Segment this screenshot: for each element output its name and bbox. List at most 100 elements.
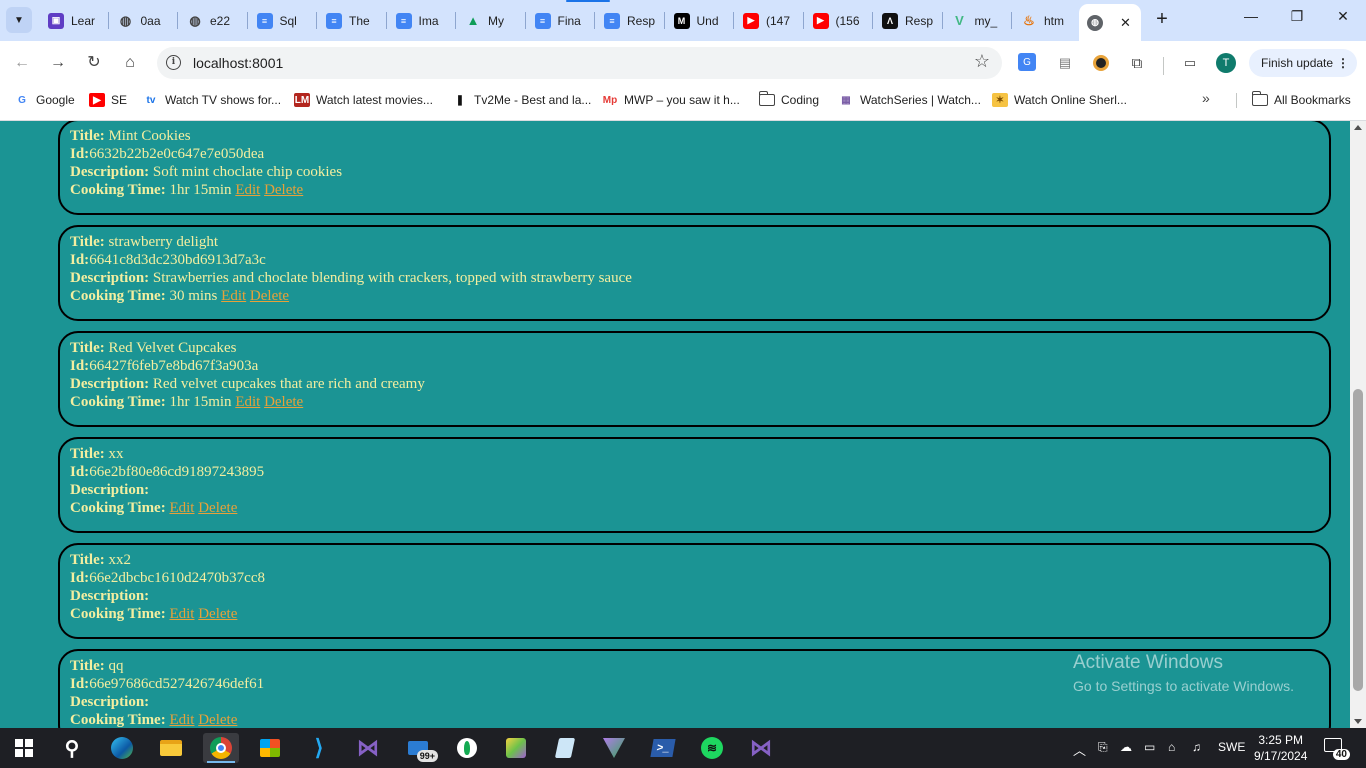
tray-overflow-chevron-icon[interactable]: ︿ (1073, 740, 1086, 759)
edit-link[interactable]: Edit (169, 500, 194, 516)
postman-icon[interactable] (596, 733, 632, 763)
edit-link[interactable]: Edit (221, 288, 246, 304)
taskbar-clock[interactable]: 3:25 PM 9/17/2024 (1254, 732, 1307, 764)
onedrive-cloud-icon[interactable]: ☁ (1120, 740, 1132, 754)
tab-8[interactable]: ≡ Resp (596, 6, 662, 35)
tab-3[interactable]: ≡ Sql (249, 6, 315, 35)
address-bar[interactable]: i localhost:8001 ☆ (157, 47, 1002, 79)
close-tab-icon[interactable]: ✕ (1120, 15, 1131, 31)
reload-icon[interactable]: ↻ (82, 51, 106, 75)
mail-icon[interactable]: 99+ (400, 733, 438, 763)
delete-link[interactable]: Delete (264, 394, 303, 410)
spotify-icon[interactable]: ≋ (694, 733, 730, 763)
tab-search-chevron-icon[interactable]: ▼ (6, 7, 32, 33)
bookmark-0[interactable]: G Google (14, 91, 75, 109)
tab-7[interactable]: ≡ Fina (527, 6, 593, 35)
all-bookmarks-button[interactable]: All Bookmarks (1251, 91, 1351, 109)
tab-active[interactable]: ◍ ✕ (1079, 4, 1141, 41)
more-menu-icon[interactable]: ⋮ (1337, 49, 1349, 77)
edit-link[interactable]: Edit (169, 606, 194, 622)
folder-icon (758, 91, 775, 106)
tab-14[interactable]: ♨ htm (1013, 6, 1079, 35)
page-scrollbar[interactable] (1350, 121, 1366, 728)
scrollbar-thumb[interactable] (1353, 389, 1363, 691)
tab-13[interactable]: Vmy_ (944, 6, 1010, 35)
bookmark-8[interactable]: ✶ Watch Online Sherl... (992, 91, 1127, 109)
home-icon[interactable]: ⌂ (118, 51, 142, 75)
scroll-down-arrow-icon[interactable] (1354, 719, 1362, 724)
bookmark-7[interactable]: ▦ WatchSeries | Watch... (838, 91, 981, 109)
mongodb-compass-icon[interactable] (449, 733, 485, 763)
bookmark-6[interactable]: Coding (758, 91, 819, 109)
bookmark-3[interactable]: LM Watch latest movies... (294, 91, 433, 109)
tab-separator (941, 12, 943, 29)
cast-icon[interactable]: ▭ (1180, 53, 1200, 73)
back-arrow-icon[interactable]: ← (10, 51, 34, 75)
toolbar-divider (1163, 57, 1164, 75)
tab-1[interactable]: ◍ 0aa (110, 6, 176, 35)
microsoft-store-icon[interactable] (252, 733, 288, 763)
profile-avatar[interactable]: T (1216, 53, 1236, 73)
tab-11[interactable]: ▶ (156 (805, 6, 871, 35)
site-info-icon[interactable]: i (166, 55, 181, 70)
tab-2[interactable]: ◍ e22 (179, 6, 245, 35)
watchseries-icon: ▦ (841, 94, 851, 106)
visual-studio-2-icon[interactable]: ⋈ (743, 733, 779, 763)
tab-4[interactable]: ≡ The (318, 6, 384, 35)
tab-5[interactable]: ≡ Ima (388, 6, 454, 35)
minimize-button[interactable]: — (1236, 8, 1266, 32)
language-indicator[interactable]: SWE (1218, 740, 1245, 754)
tab-6[interactable]: ▲ My (457, 6, 523, 35)
edit-link[interactable]: Edit (235, 394, 260, 410)
bookmark-star-icon[interactable]: ☆ (974, 51, 990, 72)
record-extension-icon[interactable] (1091, 53, 1111, 73)
edge-icon[interactable] (104, 733, 140, 763)
forward-arrow-icon[interactable]: → (46, 51, 70, 75)
document-extension-icon[interactable]: ▤ (1055, 53, 1075, 73)
chrome-icon[interactable] (203, 733, 239, 763)
recipe-cooking-time-value: 1hr 15min (169, 394, 232, 410)
bookmark-2[interactable]: tv Watch TV shows for... (143, 91, 282, 109)
battery-icon[interactable]: ▭ (1144, 740, 1155, 754)
recipe-card: Title: xx Id:66e2bf80e86cd91897243895 Desc… (58, 437, 1331, 533)
maximize-button[interactable]: ❐ (1282, 8, 1312, 32)
visual-studio-icon[interactable]: ⋈ (350, 733, 386, 763)
network-icon[interactable]: ⌂ (1168, 740, 1175, 754)
volume-icon[interactable]: ♫ (1192, 740, 1201, 754)
usb-device-icon[interactable]: ⎘ (1098, 740, 1108, 755)
finish-update-button[interactable]: Finish update ⋮ (1249, 49, 1357, 77)
url-text[interactable]: localhost:8001 (193, 55, 283, 71)
file-explorer-icon[interactable] (153, 733, 189, 763)
search-icon[interactable]: ⚲ (54, 733, 90, 763)
bookmark-1[interactable]: ▶ SE (89, 91, 127, 109)
tab-title: htm (1044, 13, 1065, 28)
delete-link[interactable]: Delete (198, 606, 237, 622)
windows-start-icon[interactable] (6, 733, 42, 763)
delete-link[interactable]: Delete (264, 182, 303, 198)
delete-link[interactable]: Delete (198, 500, 237, 516)
tab-0[interactable]: ▣ Lear (40, 6, 106, 35)
notepad-icon[interactable] (547, 733, 583, 763)
extensions-puzzle-icon[interactable]: ⧉ (1127, 53, 1147, 73)
notification-center-icon[interactable]: 40 (1324, 738, 1350, 760)
bookmark-5[interactable]: Mp MWP – you saw it h... (602, 91, 740, 109)
tab-title: (156 (835, 13, 860, 28)
recipe-cooking-time-label: Cooking Time: (70, 288, 166, 304)
google-translate-icon[interactable]: G (1018, 53, 1036, 71)
delete-link[interactable]: Delete (198, 712, 237, 728)
bookmark-4[interactable]: ❚ Tv2Me - Best and la... (452, 91, 592, 109)
new-tab-button[interactable]: + (1150, 8, 1174, 32)
tab-10[interactable]: ▶ (147 (735, 6, 801, 35)
powershell-icon[interactable]: >_ (645, 733, 681, 763)
vscode-icon[interactable]: ⟩ (301, 733, 337, 763)
edit-link[interactable]: Edit (169, 712, 194, 728)
more-bookmarks-chevron-icon[interactable]: » (1202, 90, 1210, 106)
edit-link[interactable]: Edit (235, 182, 260, 198)
tab-9[interactable]: M Und (666, 6, 732, 35)
scroll-up-arrow-icon[interactable] (1354, 125, 1362, 130)
delete-link[interactable]: Delete (250, 288, 289, 304)
window-close-button[interactable]: ✕ (1328, 8, 1358, 32)
tab-12[interactable]: Λ Resp (874, 6, 940, 35)
tab-title: Fina (557, 13, 581, 28)
paint-icon[interactable] (498, 733, 534, 763)
